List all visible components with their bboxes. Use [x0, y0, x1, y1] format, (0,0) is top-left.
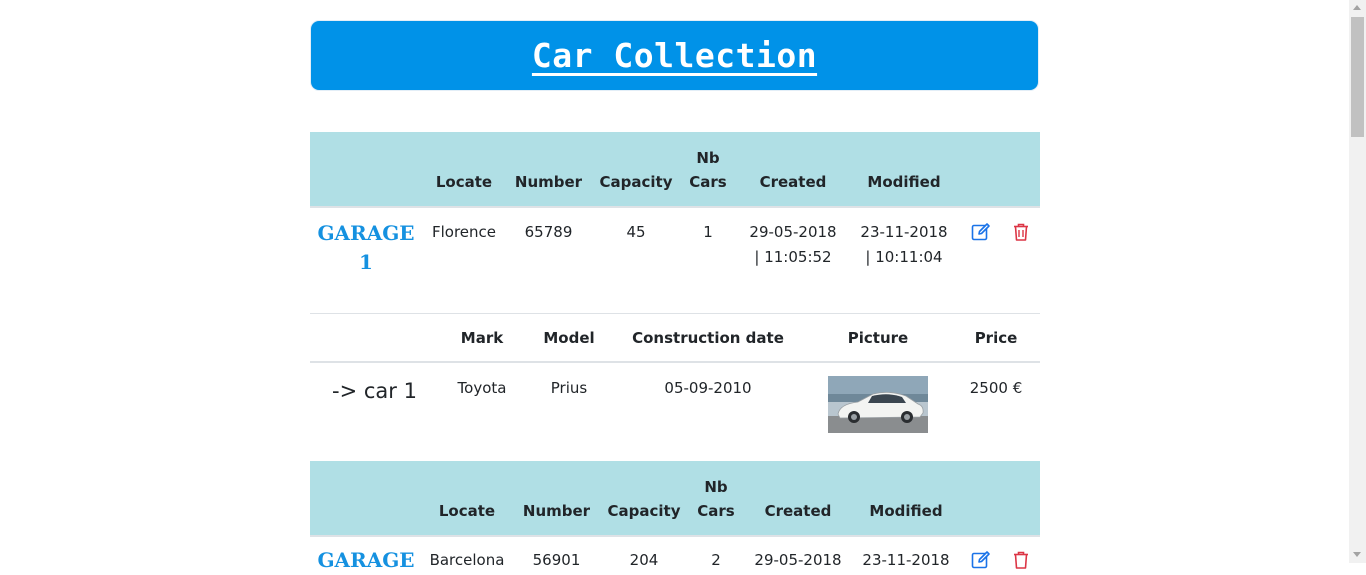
garage-capacity: 204 — [629, 551, 659, 569]
car-construction-date: 05-09-2010 — [664, 379, 752, 397]
header-price: Price — [974, 329, 1018, 347]
edit-icon[interactable] — [971, 222, 991, 242]
trash-icon[interactable] — [1011, 550, 1031, 570]
car-name[interactable]: -> car 1 — [332, 379, 417, 403]
garage-nb-cars: 1 — [703, 223, 713, 241]
garage-modified-time: | 10:11:04 — [865, 248, 943, 266]
header-modified: Modified — [867, 173, 941, 191]
header-created: Created — [764, 502, 832, 520]
title-banner: Car Collection — [311, 21, 1038, 90]
car-price: 2500 € — [969, 379, 1023, 397]
header-locate: Locate — [438, 502, 496, 520]
car-mark: Toyota — [457, 379, 507, 397]
scroll-up-arrow-icon[interactable] — [1353, 5, 1361, 10]
page-title[interactable]: Car Collection — [532, 36, 817, 75]
header-picture: Picture — [847, 329, 909, 347]
garage-name-line1[interactable]: GARAGE — [310, 219, 422, 248]
scrollbar-thumb[interactable] — [1351, 17, 1364, 137]
garage-name-link[interactable]: GARAGE 1 — [310, 219, 422, 277]
garage-table-header: Locate Number Capacity Nb Cars Created M… — [310, 132, 1040, 208]
garage-modified-date: 23-11-2018 — [860, 223, 948, 241]
car-picture — [828, 376, 928, 433]
garage-nb-cars: 2 — [711, 551, 721, 569]
vertical-scrollbar[interactable] — [1349, 0, 1366, 563]
header-number: Number — [514, 173, 583, 191]
header-number: Number — [522, 502, 591, 520]
garage-locate: Barcelona — [429, 551, 505, 569]
row-divider — [310, 313, 1040, 314]
garage-name-link[interactable]: GARAGE — [310, 546, 422, 575]
header-nb: Nb — [696, 149, 720, 167]
garage-created-date: 29-05-2018 — [754, 551, 842, 569]
header-created: Created — [759, 173, 827, 191]
garage-locate: Florence — [431, 223, 497, 241]
garage-created-date: 29-05-2018 — [749, 223, 837, 241]
header-capacity: Capacity — [599, 173, 673, 191]
edit-icon[interactable] — [971, 550, 991, 570]
garage-number: 65789 — [524, 223, 573, 241]
garage-table-header: Locate Number Capacity Nb Cars Created M… — [310, 461, 1040, 537]
header-locate: Locate — [435, 173, 493, 191]
header-nb: Nb — [704, 478, 728, 496]
garage-number: 56901 — [532, 551, 581, 569]
header-model: Model — [543, 329, 595, 347]
car-model: Prius — [550, 379, 588, 397]
garage-created-time: | 11:05:52 — [754, 248, 832, 266]
garage-modified-date: 23-11-2018 — [862, 551, 950, 569]
garage-capacity: 45 — [626, 223, 646, 241]
scroll-down-arrow-icon[interactable] — [1353, 552, 1361, 557]
header-capacity: Capacity — [607, 502, 681, 520]
car-header-divider — [310, 361, 1040, 363]
trash-icon[interactable] — [1011, 222, 1031, 242]
header-mark: Mark — [460, 329, 504, 347]
header-construction-date: Construction date — [632, 329, 784, 347]
garage-name-line2[interactable]: 1 — [310, 248, 422, 277]
header-cars: Cars — [689, 173, 727, 191]
header-cars: Cars — [697, 502, 735, 520]
header-modified: Modified — [869, 502, 943, 520]
